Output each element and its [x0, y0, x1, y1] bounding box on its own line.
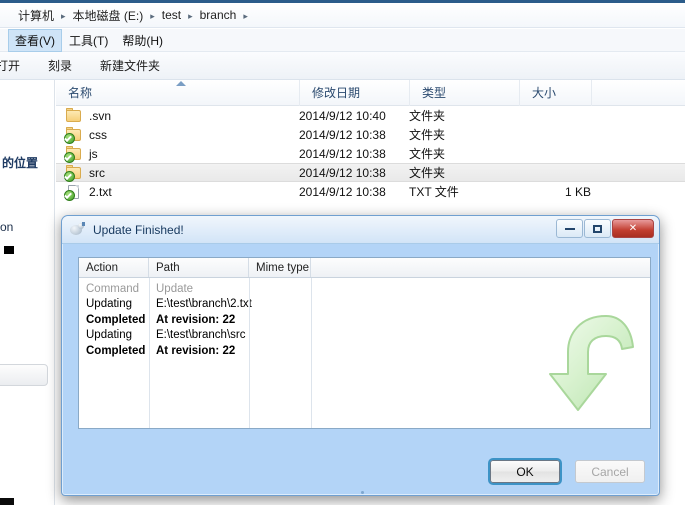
log-column-spare[interactable]: [311, 258, 650, 277]
address-bar[interactable]: 计算机 ▸ 本地磁盘 (E:) ▸ test ▸ branch ▸: [0, 3, 685, 28]
sort-ascending-icon: [176, 81, 186, 86]
file-name-cell: css: [56, 128, 299, 142]
dialog-title: Update Finished!: [93, 223, 184, 237]
file-type-cell: 文件夹: [409, 107, 519, 124]
file-name-cell: .svn: [56, 109, 299, 123]
file-name-label: 2.txt: [89, 185, 112, 199]
file-date-cell: 2014/9/12 10:40: [299, 109, 409, 123]
toolbar-open-button[interactable]: 打开: [0, 57, 34, 74]
log-action: Updating: [79, 298, 149, 310]
menu-item-view[interactable]: 查看(V): [8, 29, 62, 52]
command-toolbar: 打开 刻录 新建文件夹: [0, 52, 685, 80]
file-size-cell: 1 KB: [519, 185, 591, 199]
menu-item-tools[interactable]: 工具(T): [62, 29, 115, 52]
close-button[interactable]: ✕: [612, 219, 654, 238]
column-header-spare[interactable]: [591, 80, 685, 106]
screen-corner-artifact: [0, 498, 14, 505]
menu-bar: 查看(V) 工具(T) 帮助(H): [0, 29, 685, 52]
navigation-pane: 的位置 on: [0, 80, 55, 505]
cancel-button: Cancel: [575, 460, 645, 483]
folder-svn-icon: [66, 147, 82, 161]
breadcrumb-separator-icon: ▸: [150, 12, 155, 21]
column-header-type[interactable]: 类型: [409, 80, 519, 106]
log-column-path[interactable]: Path: [149, 258, 249, 277]
file-name-cell: js: [56, 147, 299, 161]
log-path: E:\test\branch\src: [149, 329, 249, 341]
breadcrumb-separator-icon: ▸: [188, 12, 193, 21]
update-arrow-icon: [520, 308, 636, 418]
file-type-cell: 文件夹: [409, 145, 519, 162]
log-action: Completed: [79, 314, 149, 326]
log-column-action[interactable]: Action: [79, 258, 149, 277]
column-header-name[interactable]: 名称: [56, 80, 299, 106]
log-column-header: Action Path Mime type: [79, 258, 650, 278]
log-path: At revision: 22: [149, 314, 249, 326]
file-name-label: .svn: [89, 109, 111, 123]
folder-icon: [66, 109, 82, 123]
breadcrumb-separator-icon[interactable]: ▸: [243, 12, 248, 21]
dialog-title-bar[interactable]: Update Finished! ✕: [62, 216, 659, 244]
file-name-cell: src: [56, 166, 299, 180]
window-controls: ✕: [555, 219, 654, 238]
file-date-cell: 2014/9/12 10:38: [299, 147, 409, 161]
file-row-2txt[interactable]: 2.txt 2014/9/12 10:38 TXT 文件 1 KB: [56, 182, 685, 201]
file-name-label: css: [89, 128, 107, 142]
breadcrumb-item-test[interactable]: test: [162, 8, 181, 22]
file-name-label: src: [89, 166, 105, 180]
log-divider: [149, 278, 150, 428]
log-list[interactable]: Action Path Mime type Command Update Upd…: [78, 257, 651, 429]
log-divider: [311, 278, 312, 428]
tortoisesvn-icon: [70, 222, 86, 238]
menu-item-help[interactable]: 帮助(H): [115, 29, 170, 52]
log-action: Command: [79, 283, 149, 295]
toolbar-new-folder-button[interactable]: 新建文件夹: [86, 57, 174, 74]
maximize-icon: [593, 225, 602, 233]
file-type-cell: TXT 文件: [409, 183, 519, 200]
maximize-button[interactable]: [584, 219, 611, 238]
nav-pane-item-box[interactable]: [0, 364, 48, 386]
nav-fragment-label: on: [0, 220, 13, 234]
file-date-cell: 2014/9/12 10:38: [299, 128, 409, 142]
folder-svn-icon: [66, 166, 82, 180]
resize-grip[interactable]: [361, 491, 364, 494]
log-action: Updating: [79, 329, 149, 341]
breadcrumb-item-computer[interactable]: 计算机: [18, 7, 54, 24]
document-svn-icon: [66, 185, 82, 199]
log-row[interactable]: Command Update: [79, 281, 650, 297]
file-date-cell: 2014/9/12 10:38: [299, 185, 409, 199]
log-path: At revision: 22: [149, 345, 249, 357]
file-row-js[interactable]: js 2014/9/12 10:38 文件夹: [56, 144, 685, 163]
file-row-css[interactable]: css 2014/9/12 10:38 文件夹: [56, 125, 685, 144]
file-name-label: js: [89, 147, 98, 161]
file-type-cell: 文件夹: [409, 164, 519, 181]
minimize-icon: [565, 227, 575, 230]
folder-svn-icon: [66, 128, 82, 142]
log-path: E:\test\branch\2.txt: [149, 298, 249, 310]
file-date-cell: 2014/9/12 10:38: [299, 166, 409, 180]
log-divider: [249, 278, 250, 428]
column-header-name-label: 名称: [68, 84, 92, 101]
dialog-button-bar: OK Cancel: [490, 460, 645, 483]
file-row-svn[interactable]: .svn 2014/9/12 10:40 文件夹: [56, 106, 685, 125]
file-list-column-header: 名称 修改日期 类型 大小: [56, 80, 685, 106]
column-header-date[interactable]: 修改日期: [299, 80, 409, 106]
ok-button[interactable]: OK: [490, 460, 560, 483]
nav-cursor-artifact: [4, 246, 14, 254]
file-row-src[interactable]: src 2014/9/12 10:38 文件夹: [56, 163, 685, 182]
file-list: .svn 2014/9/12 10:40 文件夹 css 2014/9/12 1…: [56, 106, 685, 201]
breadcrumb-item-drive[interactable]: 本地磁盘 (E:): [73, 7, 144, 24]
nav-location-label: 的位置: [2, 154, 38, 171]
breadcrumb-item-branch[interactable]: branch: [200, 8, 237, 22]
file-type-cell: 文件夹: [409, 126, 519, 143]
log-action: Completed: [79, 345, 149, 357]
update-finished-dialog: Update Finished! ✕ Action Path Mime type…: [61, 215, 660, 496]
column-header-size[interactable]: 大小: [519, 80, 591, 106]
toolbar-burn-button[interactable]: 刻录: [34, 57, 86, 74]
log-column-mime-type[interactable]: Mime type: [249, 258, 311, 277]
breadcrumb-separator-icon: ▸: [61, 12, 66, 21]
file-name-cell: 2.txt: [56, 185, 299, 199]
minimize-button[interactable]: [556, 219, 583, 238]
log-path: Update: [149, 283, 249, 295]
